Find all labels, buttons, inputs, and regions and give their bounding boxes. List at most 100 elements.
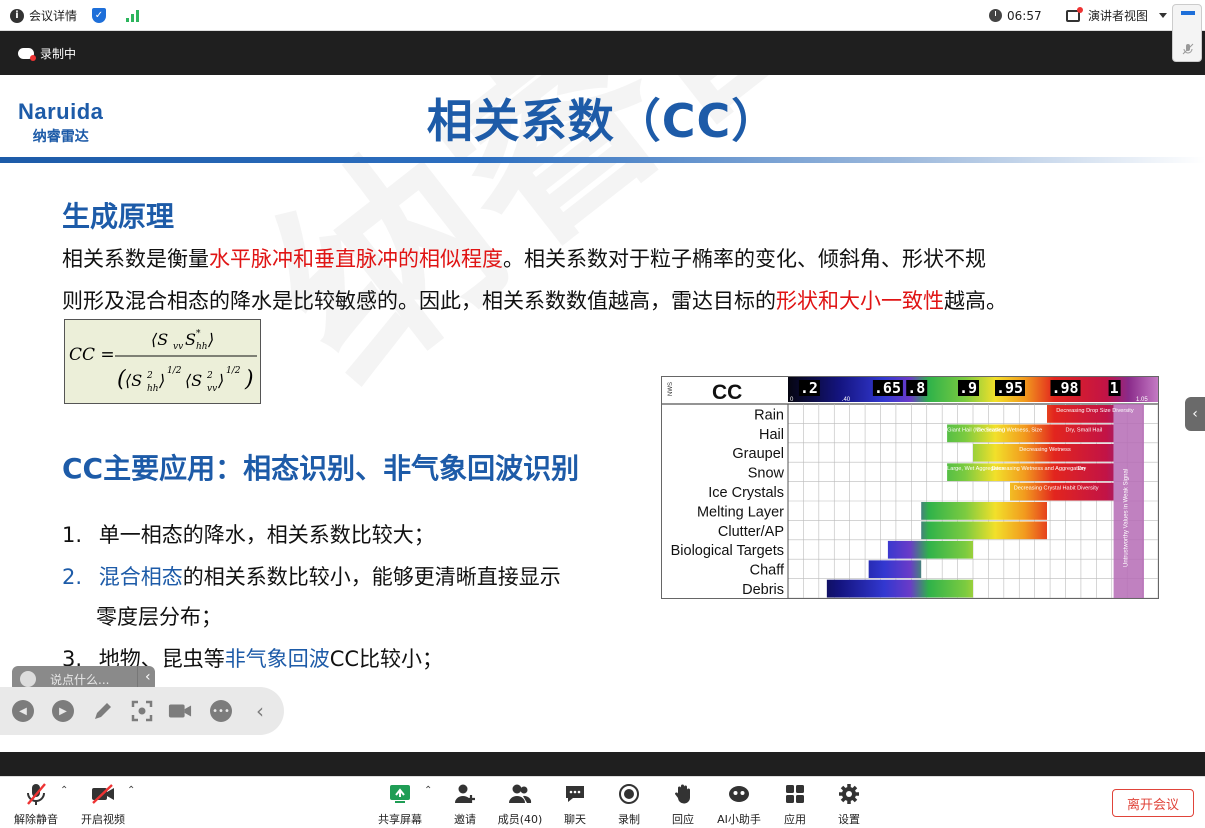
more-dots-icon: ••• bbox=[210, 700, 232, 722]
svg-text:vv: vv bbox=[207, 384, 217, 394]
camera-button[interactable] bbox=[168, 699, 192, 723]
start-video-label: 开启视频 bbox=[81, 813, 125, 826]
range-bar bbox=[921, 502, 1048, 520]
row-label: Ice Crystals bbox=[708, 485, 784, 501]
screenshot-icon bbox=[131, 700, 153, 722]
prev-slide-button[interactable]: ◀ bbox=[11, 699, 35, 723]
ai-assistant-label: AI小助手 bbox=[717, 813, 761, 826]
row-label: Debris bbox=[742, 582, 784, 598]
share-screen-icon bbox=[390, 785, 410, 803]
list-highlight: 非气象回波 bbox=[224, 647, 330, 671]
apps-label: 应用 bbox=[784, 813, 806, 826]
video-options-caret[interactable]: ⌃ bbox=[127, 785, 135, 796]
svg-text:2: 2 bbox=[146, 371, 153, 381]
list-item-2: 2. 混合相态的相关系数比较小，能够更清晰直接显示 bbox=[62, 561, 561, 591]
chart-annotation: Decreasing Drop Size Diversity bbox=[1056, 408, 1134, 414]
recording-indicator[interactable]: 录制中 bbox=[18, 45, 76, 62]
row-label: Biological Targets bbox=[671, 543, 784, 559]
audio-options-caret[interactable]: ⌃ bbox=[60, 785, 68, 796]
range-bar bbox=[826, 579, 973, 598]
list-item-1: 1. 单一相态的降水，相关系数比较大； bbox=[62, 519, 435, 549]
row-label: Chaff bbox=[750, 563, 785, 579]
meeting-timer: 06:57 bbox=[989, 0, 1042, 31]
collapse-chat-icon[interactable]: ‹ bbox=[145, 669, 151, 685]
list-item-2-continued: 零度层分布； bbox=[96, 605, 222, 629]
collapse-toolbar-button[interactable]: ‹ bbox=[248, 699, 272, 723]
svg-text:2: 2 bbox=[206, 371, 213, 381]
presenter-view-button[interactable]: 演讲者视图 bbox=[1066, 0, 1168, 31]
start-video-button[interactable]: 开启视频 bbox=[73, 781, 133, 827]
settings-button[interactable]: 设置 bbox=[819, 781, 879, 827]
para-text: 越高。 bbox=[944, 289, 1007, 313]
members-button[interactable]: 成员(40) bbox=[490, 781, 550, 827]
screenshot-button[interactable] bbox=[130, 699, 154, 723]
ai-assistant-button[interactable]: AI小助手 bbox=[709, 781, 769, 827]
info-icon: i bbox=[10, 8, 24, 23]
leave-meeting-button[interactable]: 离开会议 bbox=[1112, 789, 1194, 817]
pencil-icon bbox=[95, 703, 111, 719]
pen-button[interactable] bbox=[91, 699, 115, 723]
meeting-toolbar: 解除静音 ⌃ 开启视频 ⌃ 共享屏幕 ⌃ 邀请 成员(40) 聊天 录制 回应 … bbox=[0, 776, 1205, 828]
meeting-info-label: 会议详情 bbox=[29, 9, 78, 23]
row-label: Graupel bbox=[732, 446, 784, 462]
invite-label: 邀请 bbox=[454, 813, 476, 826]
svg-text:⟩: ⟩ bbox=[217, 371, 224, 390]
add-person-icon bbox=[455, 784, 475, 803]
record-button[interactable]: 录制 bbox=[599, 781, 659, 827]
svg-text:vv: vv bbox=[173, 342, 183, 352]
presenter-view-icon bbox=[1066, 6, 1083, 22]
para-text: 则形及混合相态的降水是比较敏感的。因此，相关系数数值越高，雷达目标的 bbox=[62, 289, 776, 313]
weak-signal-label: Untrustworthy Values in Weak Signal bbox=[1124, 469, 1130, 567]
shared-slide: 纳睿雷达 Naruida 纳睿雷达 相关系数（CC） 生成原理 相关系数是衡量水… bbox=[0, 75, 1205, 752]
svg-text:hh: hh bbox=[147, 384, 159, 394]
share-screen-button[interactable]: 共享屏幕 bbox=[370, 781, 430, 827]
more-button[interactable]: ••• bbox=[209, 699, 233, 723]
apps-button[interactable]: 应用 bbox=[765, 781, 825, 827]
next-slide-button[interactable]: ▶ bbox=[51, 699, 75, 723]
svg-text:): ) bbox=[244, 367, 254, 392]
security-shield[interactable]: ✓ bbox=[92, 0, 106, 31]
share-options-caret[interactable]: ⌃ bbox=[424, 785, 432, 796]
clock-icon bbox=[989, 9, 1002, 22]
shield-icon: ✓ bbox=[92, 8, 106, 23]
ai-assistant-icon bbox=[729, 786, 749, 802]
chevron-left-icon: ‹ bbox=[1192, 406, 1198, 422]
react-button[interactable]: 回应 bbox=[653, 781, 713, 827]
scale-label: .65 bbox=[874, 379, 901, 397]
meeting-info-button[interactable]: i 会议详情 bbox=[10, 0, 77, 31]
top-status-bar: i 会议详情 ✓ 06:57 演讲者视图 bbox=[0, 0, 1205, 31]
panel-collapse-tab[interactable]: ‹ bbox=[1185, 397, 1205, 431]
network-signal[interactable] bbox=[126, 0, 139, 31]
signal-icon bbox=[126, 9, 139, 22]
chevron-left-icon: ‹ bbox=[256, 699, 264, 723]
cc-classification-chart: CC NWS .2.65.8.9.95.98 1 0.40 1.05 Rain Hail Gra… bbox=[661, 376, 1159, 599]
chart-annotation: Decreasing Wetness and Aggregation bbox=[992, 466, 1086, 472]
chat-button[interactable]: 聊天 bbox=[545, 781, 605, 827]
chart-annotation: Decreasing Crystal Habit Diversity bbox=[1014, 486, 1099, 492]
section-heading-principle: 生成原理 bbox=[62, 200, 175, 233]
row-label: Clutter/AP bbox=[718, 524, 784, 540]
unmute-button[interactable]: 解除静音 bbox=[6, 781, 66, 827]
range-bar bbox=[973, 443, 1114, 462]
video-camera-icon bbox=[168, 704, 192, 718]
svg-text:⟩: ⟩ bbox=[207, 330, 214, 349]
para-text: 相关系数是衡量 bbox=[62, 247, 209, 271]
para-text: 。相关系数对于粒子椭率的变化、倾斜角、形状不规 bbox=[503, 247, 986, 271]
chart-annotation: Dry, Small Hail bbox=[1066, 427, 1103, 433]
para-highlight: 形状和大小一致性 bbox=[776, 289, 944, 313]
slide-title: 相关系数（CC） bbox=[426, 94, 779, 148]
apps-grid-icon bbox=[786, 785, 804, 803]
svg-text:⟩: ⟩ bbox=[158, 371, 165, 390]
play-prev-icon: ◀ bbox=[12, 700, 34, 722]
invite-button[interactable]: 邀请 bbox=[435, 781, 495, 827]
record-icon bbox=[619, 784, 639, 804]
scale-sub-label: .40 bbox=[842, 397, 851, 403]
section-heading-applications: CC主要应用：相态识别、非气象回波识别 bbox=[62, 452, 580, 485]
unmute-label: 解除静音 bbox=[14, 813, 58, 826]
row-label: Hail bbox=[759, 427, 784, 443]
self-video-tile[interactable] bbox=[1172, 4, 1202, 62]
svg-text:CC =: CC = bbox=[69, 345, 115, 365]
list-text: 的相关系数比较小，能够更清晰直接显示 bbox=[182, 565, 561, 589]
cc-formula-image: CC = ⟨S vv S * hh ⟩ ( ⟨S 2 hh ⟩ 1/2 ⟨S 2… bbox=[64, 319, 261, 404]
emoji-icon[interactable] bbox=[20, 671, 36, 687]
